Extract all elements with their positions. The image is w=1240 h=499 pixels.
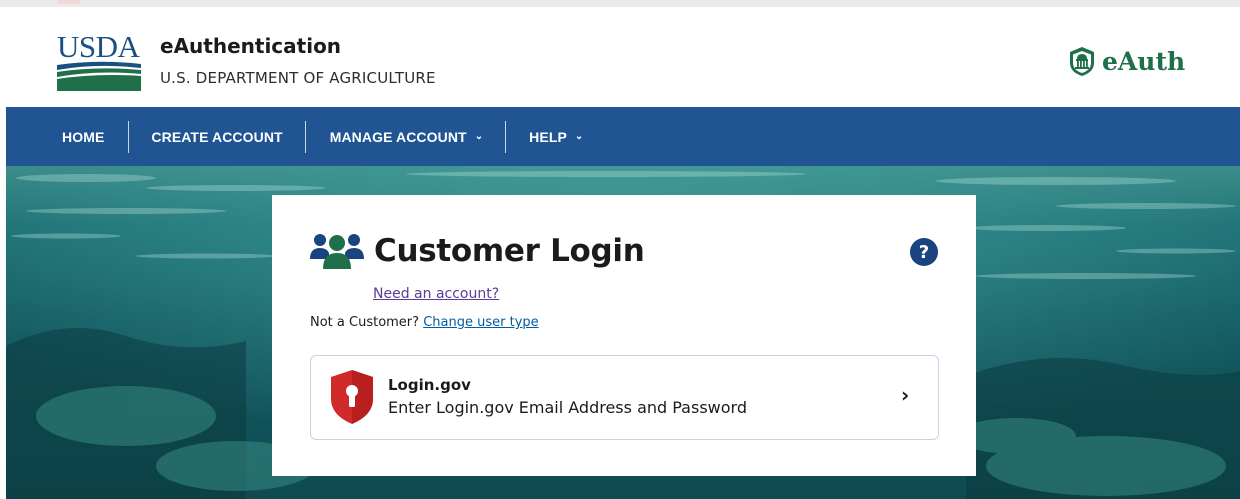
nav-home-label: HOME xyxy=(62,128,105,145)
nav-divider xyxy=(128,120,130,153)
not-customer-text: Not a Customer? xyxy=(310,315,420,330)
capitol-icon xyxy=(1070,47,1094,76)
help-circle-icon[interactable]: ? xyxy=(910,238,938,266)
login-gov-description: Enter Login.gov Email Address and Passwo… xyxy=(388,398,747,417)
nav-divider xyxy=(505,120,507,153)
usda-hills-icon xyxy=(57,61,141,91)
need-account-link[interactable]: Need an account? xyxy=(373,286,499,302)
not-customer-line: Not a Customer? Change user type xyxy=(310,315,539,330)
usda-logo-text: USDA xyxy=(57,29,140,64)
site-title: eAuthentication xyxy=(160,34,342,58)
users-icon xyxy=(310,234,364,269)
nav-help-label: HELP xyxy=(529,128,567,145)
main-nav: HOME CREATE ACCOUNT MANAGE ACCOUNT ⌄ HEL… xyxy=(6,107,1240,166)
eauth-logo-text: eAuth xyxy=(1102,46,1186,76)
site-header: USDA eAuthentication U.S. DEPARTMENT OF … xyxy=(0,7,1240,107)
login-gov-option[interactable]: Login.gov Enter Login.gov Email Address … xyxy=(310,355,939,440)
top-strip-mark xyxy=(58,0,80,4)
card-title: Customer Login xyxy=(374,233,645,269)
nav-create-account-label: CREATE ACCOUNT xyxy=(151,128,283,145)
login-gov-title: Login.gov xyxy=(388,376,471,394)
nav-home[interactable]: HOME xyxy=(62,107,104,166)
chevron-right-icon: › xyxy=(901,383,910,407)
site-subtitle: U.S. DEPARTMENT OF AGRICULTURE xyxy=(160,69,436,87)
chevron-down-icon: ⌄ xyxy=(574,131,584,142)
top-strip xyxy=(0,0,1240,7)
card-title-row: Customer Login xyxy=(310,231,645,271)
nav-manage-account-label: MANAGE ACCOUNT xyxy=(329,128,467,145)
usda-logo[interactable]: USDA xyxy=(57,31,141,91)
nav-create-account[interactable]: CREATE ACCOUNT xyxy=(151,107,282,166)
chevron-down-icon: ⌄ xyxy=(474,131,484,142)
nav-manage-account[interactable]: MANAGE ACCOUNT ⌄ xyxy=(330,107,483,166)
login-gov-shield-icon xyxy=(331,370,373,424)
change-user-type-link[interactable]: Change user type xyxy=(423,315,538,330)
eauth-logo[interactable]: eAuth xyxy=(1066,43,1185,79)
nav-divider xyxy=(304,120,306,153)
nav-help[interactable]: HELP ⌄ xyxy=(529,107,583,166)
login-card: Customer Login ? Need an account? Not a … xyxy=(272,195,976,476)
